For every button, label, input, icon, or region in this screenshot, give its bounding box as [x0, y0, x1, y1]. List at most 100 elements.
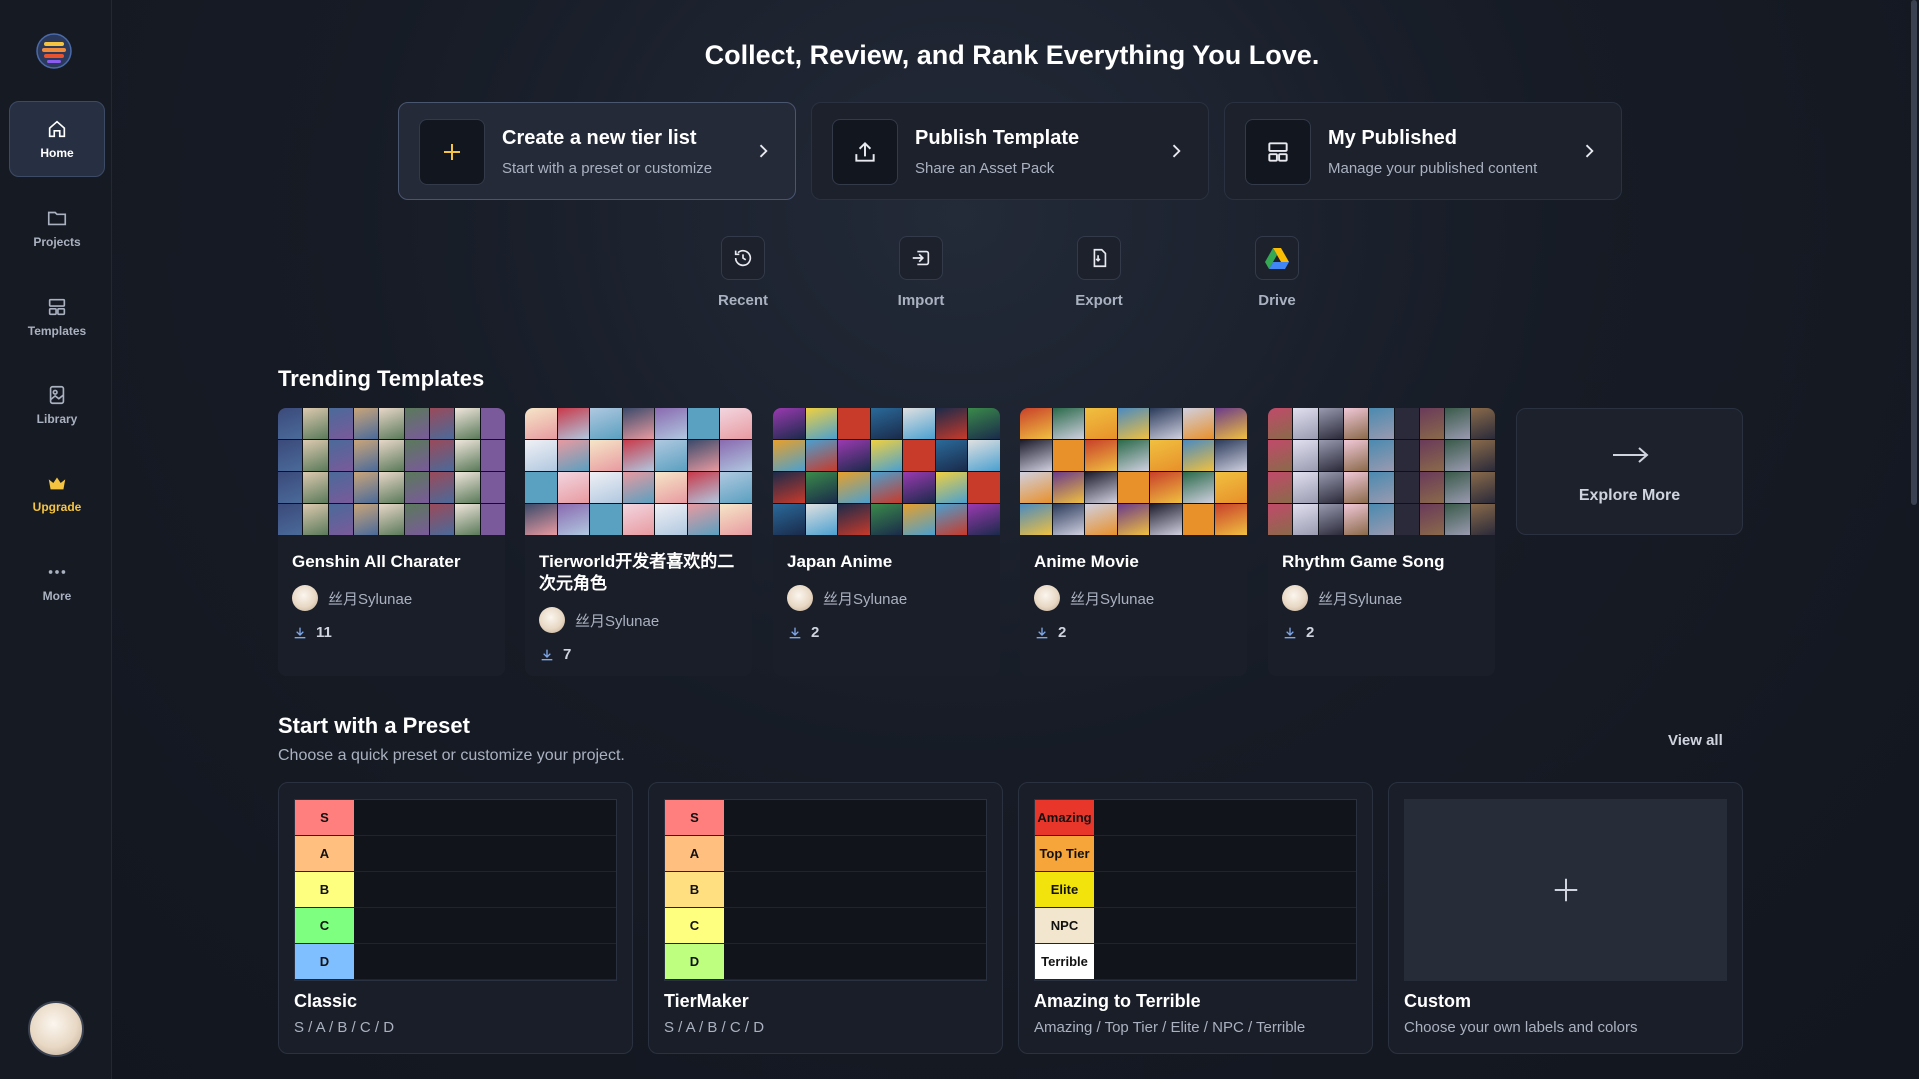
action-icon-box	[832, 119, 898, 185]
author-name: 丝月Sylunae	[328, 590, 413, 608]
view-all-link[interactable]: View all	[1668, 732, 1723, 749]
thumbnail-tile	[590, 472, 622, 503]
tier-label: S	[295, 800, 354, 835]
action-title: My Published	[1328, 127, 1457, 149]
thumbnail-tile	[968, 440, 1000, 471]
thumbnail-tile	[1020, 472, 1052, 503]
quick-action-import[interactable]: Import	[871, 236, 971, 309]
tier-label: D	[295, 944, 354, 979]
thumbnail-tile	[404, 504, 429, 535]
sidebar-item-templates[interactable]: Templates	[9, 279, 105, 355]
thumbnail-tile	[379, 408, 404, 439]
quick-action-drive[interactable]: Drive	[1227, 236, 1327, 309]
thumbnail-tile	[773, 472, 805, 503]
quick-action-label: Export	[1075, 292, 1123, 309]
explore-more-button[interactable]: Explore More	[1516, 408, 1743, 535]
thumbnail-tile	[935, 440, 968, 471]
google-drive-icon	[1265, 248, 1289, 269]
thumbnail-tile	[1445, 504, 1470, 535]
preset-name: Amazing to Terrible	[1034, 991, 1201, 1011]
publish-template-card[interactable]: Publish Template Share an Asset Pack	[811, 102, 1209, 200]
thumbnail-tile	[354, 504, 379, 535]
download-count: 2	[1306, 624, 1315, 641]
template-card[interactable]: Rhythm Game Song 丝月Sylunae 2	[1268, 408, 1495, 676]
thumbnail-tile	[968, 472, 1000, 503]
tier-label: B	[665, 872, 724, 907]
thumbnail-tile	[622, 440, 655, 471]
thumbnail-tile	[720, 408, 752, 439]
thumbnail-tile	[1085, 440, 1117, 471]
create-tier-list-card[interactable]: Create a new tier list Start with a pres…	[398, 102, 796, 200]
quick-action-label: Recent	[717, 292, 769, 309]
thumbnail-tile	[278, 504, 303, 535]
sidebar-item-more[interactable]: More	[9, 544, 105, 620]
thumbnail-tile	[1344, 472, 1369, 503]
thumbnail-tile	[1420, 440, 1445, 471]
template-card[interactable]: Japan Anime 丝月Sylunae 2	[773, 408, 1000, 676]
thumbnail-tile	[1293, 504, 1318, 535]
thumbnail-tile	[1182, 408, 1215, 439]
author-avatar	[787, 585, 813, 611]
thumbnail-tile	[557, 408, 590, 439]
sidebar-item-upgrade[interactable]: Upgrade	[9, 455, 105, 531]
thumbnail-tile	[773, 440, 805, 471]
preset-card-tiermaker[interactable]: SABCD TierMaker S / A / B / C / D	[648, 782, 1003, 1054]
sidebar-item-home[interactable]: Home	[9, 101, 105, 177]
thumbnail-tile	[1445, 472, 1470, 503]
quick-action-recent[interactable]: Recent	[693, 236, 793, 309]
quick-action-label: Drive	[1258, 292, 1296, 309]
page-scrollbar[interactable]	[1911, 0, 1917, 505]
thumbnail-tile	[870, 408, 903, 439]
template-thumbnail	[1020, 408, 1247, 535]
quick-action-export[interactable]: Export	[1049, 236, 1149, 309]
thumbnail-tile	[1470, 440, 1495, 471]
thumbnail-tile	[1150, 504, 1182, 535]
app-logo[interactable]	[36, 33, 72, 69]
thumbnail-tile	[1268, 408, 1293, 439]
sidebar: Home Projects Templates Library Upgrade …	[0, 0, 112, 1079]
preset-description: S / A / B / C / D	[664, 1019, 765, 1036]
thumbnail-tile	[903, 440, 935, 471]
author-name: 丝月Sylunae	[1070, 590, 1155, 608]
tier-board-preview: SABCD	[664, 799, 987, 981]
thumbnail-tile	[303, 504, 328, 535]
thumbnail-tile	[838, 504, 870, 535]
thumbnail-tile	[773, 504, 805, 535]
author-avatar	[539, 607, 565, 633]
thumbnail-tile	[1445, 440, 1470, 471]
template-thumbnail	[525, 408, 752, 535]
author-name: 丝月Sylunae	[575, 612, 660, 630]
template-thumbnail	[773, 408, 1000, 535]
thumbnail-tile	[1150, 408, 1182, 439]
template-card[interactable]: Tierworld开发者喜欢的二次元角色 丝月Sylunae 7	[525, 408, 752, 676]
my-published-card[interactable]: My Published Manage your published conte…	[1224, 102, 1622, 200]
thumbnail-tile	[525, 472, 557, 503]
thumbnail-tile	[1445, 408, 1470, 439]
preset-name: Classic	[294, 991, 358, 1011]
preset-card-classic[interactable]: SABCD Classic S / A / B / C / D	[278, 782, 633, 1054]
thumbnail-tile	[525, 504, 557, 535]
preset-card-amazing-to-terrible[interactable]: Amazing Top Tier Elite NPC Terrible Amazing …	[1018, 782, 1373, 1054]
sidebar-item-projects[interactable]: Projects	[9, 190, 105, 266]
thumbnail-tile	[935, 408, 968, 439]
template-name: Rhythm Game Song	[1282, 552, 1445, 571]
user-avatar[interactable]	[28, 1001, 84, 1057]
tier-row: Terrible	[1035, 944, 1356, 980]
thumbnail-tile	[354, 408, 379, 439]
tier-row: Top Tier	[1035, 836, 1356, 872]
tier-board-preview: Amazing Top Tier Elite NPC Terrible	[1034, 799, 1357, 981]
presets-subtitle: Choose a quick preset or customize your …	[278, 747, 625, 764]
template-card[interactable]: Anime Movie 丝月Sylunae 2	[1020, 408, 1247, 676]
download-icon	[541, 649, 553, 660]
sidebar-item-label: Templates	[27, 324, 87, 338]
thumbnail-tile	[1420, 408, 1445, 439]
template-card[interactable]: Genshin All Charater 丝月Sylunae 11	[278, 408, 505, 676]
sidebar-item-library[interactable]: Library	[9, 367, 105, 443]
preset-card-custom[interactable]: Custom Choose your own labels and colors	[1388, 782, 1743, 1054]
layout-icon	[1268, 142, 1288, 162]
thumbnail-tile	[1268, 504, 1293, 535]
thumbnail-tile	[1293, 408, 1318, 439]
thumbnail-tile	[720, 440, 752, 471]
thumbnail-tile	[1052, 440, 1085, 471]
thumbnail-tile	[720, 504, 752, 535]
